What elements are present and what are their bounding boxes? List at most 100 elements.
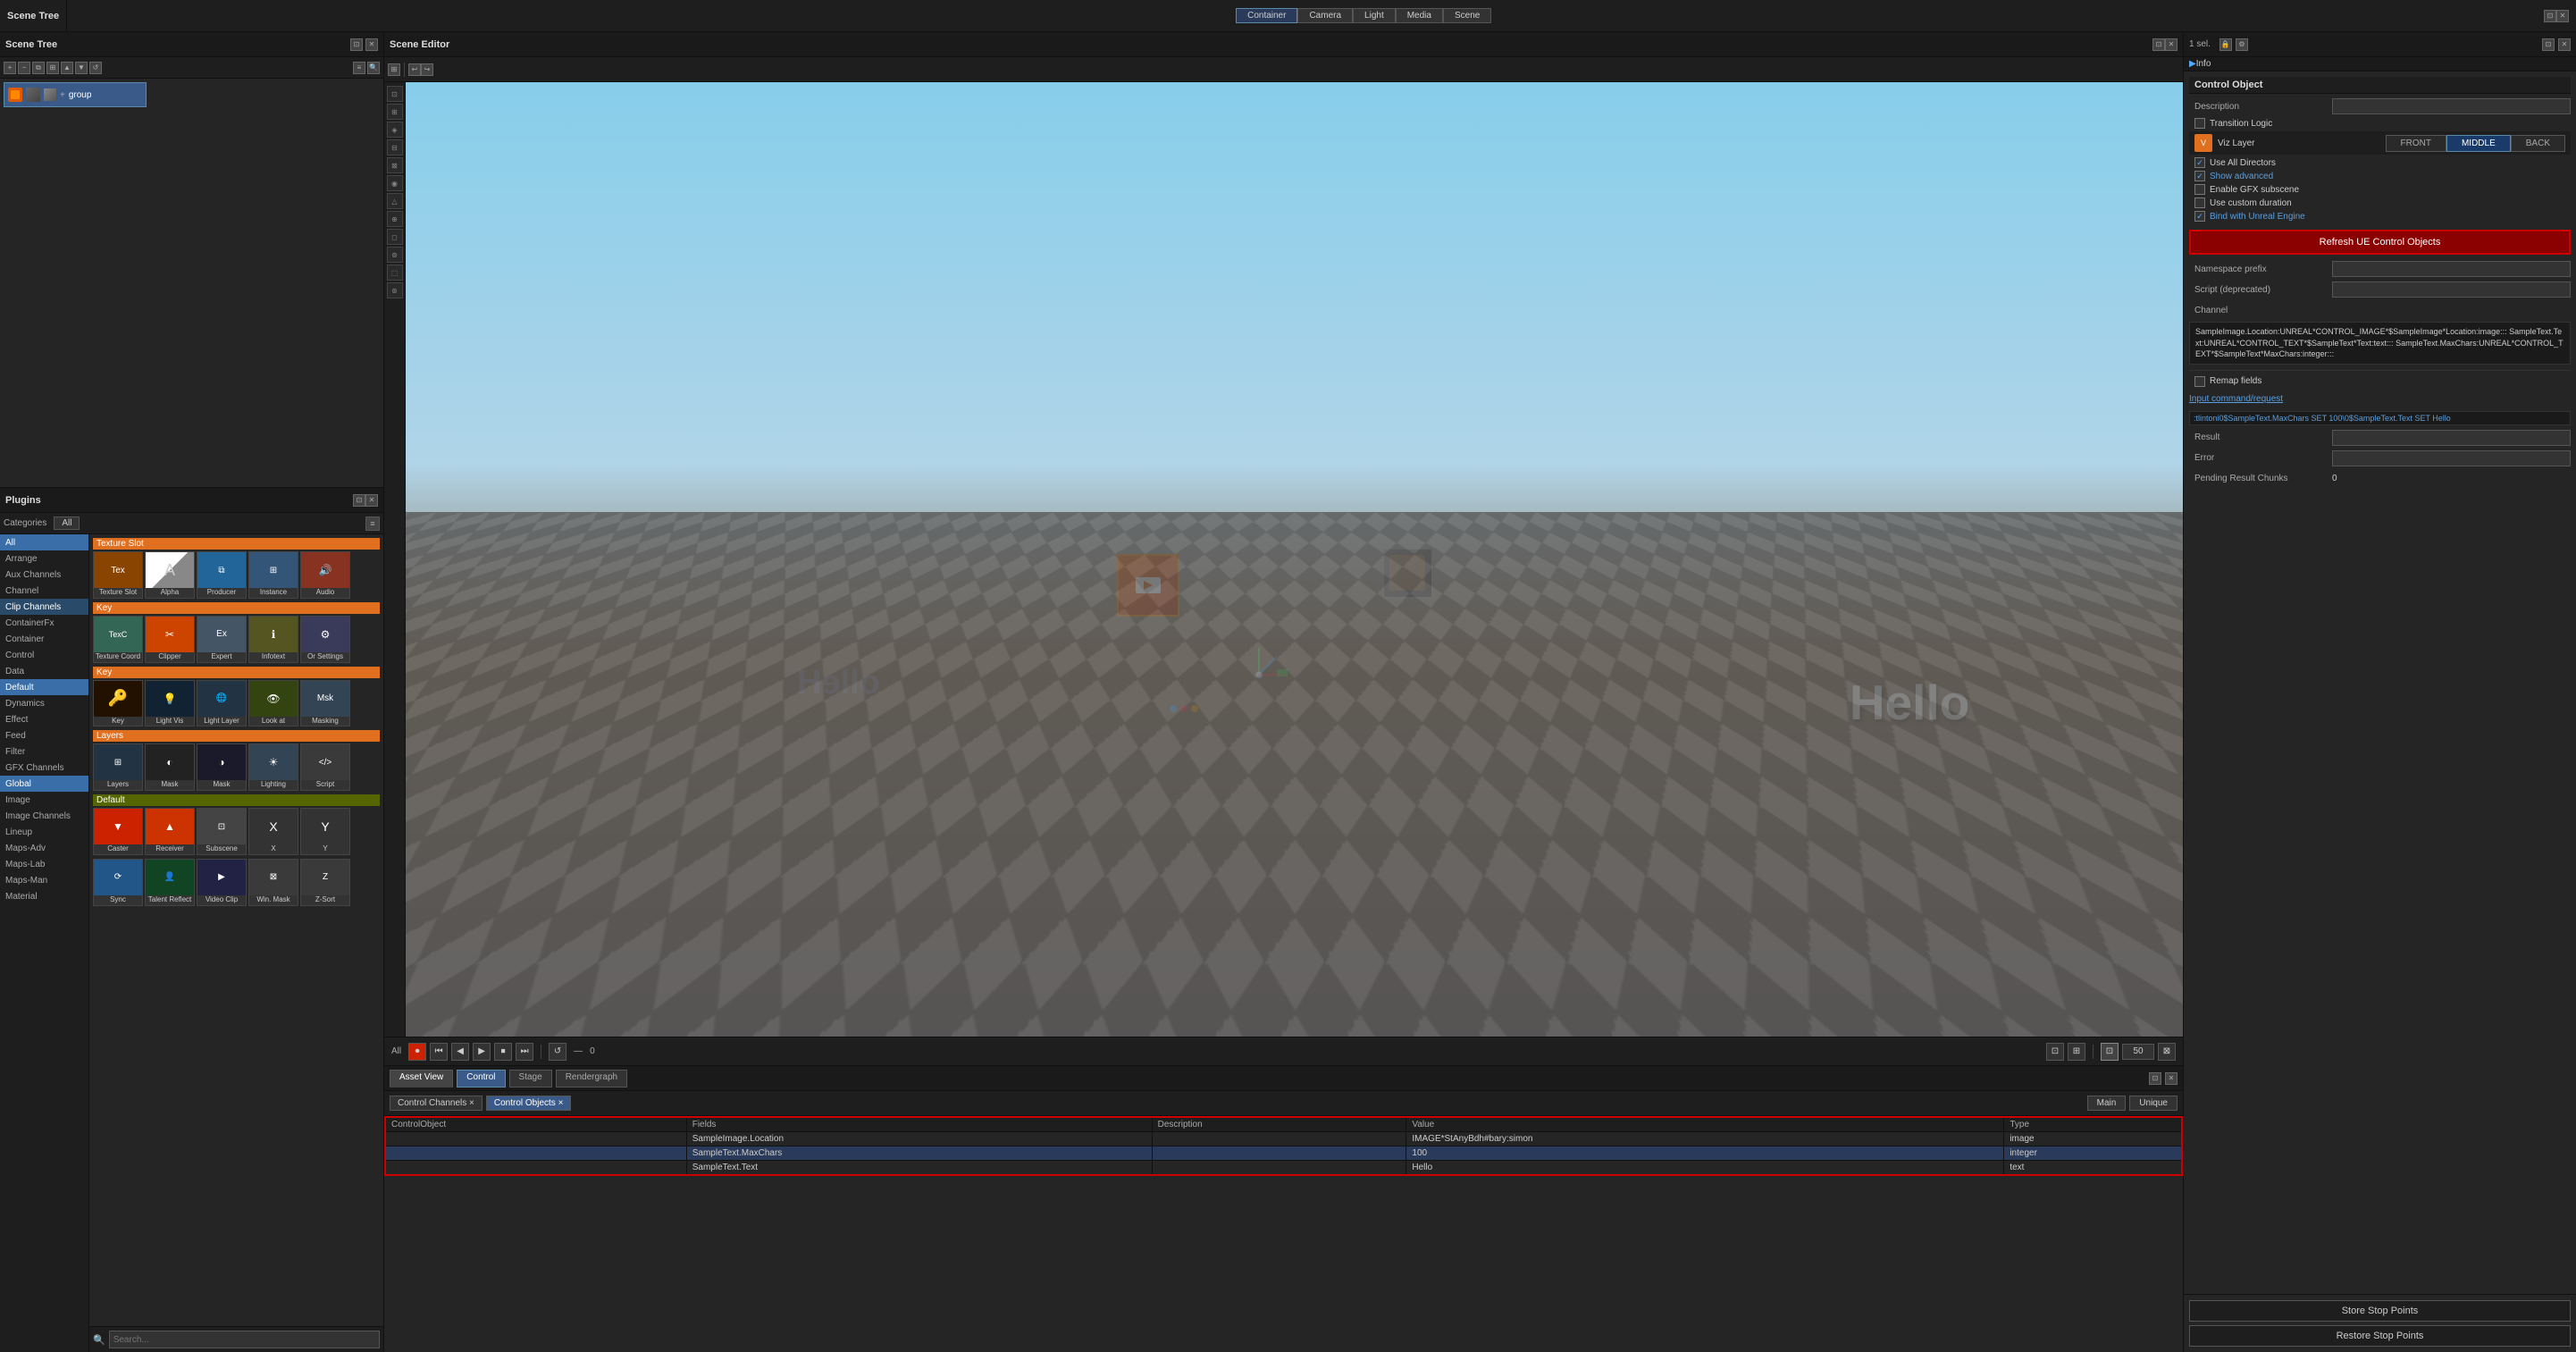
plugin-tile-layers[interactable]: ⊞ Layers: [93, 743, 143, 791]
plugin-tile-instance[interactable]: ⊞ Instance: [248, 551, 298, 599]
plugin-tile-producer[interactable]: ⧉ Producer: [197, 551, 247, 599]
store-stop-points-btn[interactable]: Store Stop Points: [2189, 1300, 2571, 1322]
scene-viewport[interactable]: Hello olleH: [406, 82, 2183, 1037]
plugin-tile-zsort[interactable]: Z Z-Sort: [300, 859, 350, 906]
cat-arrange[interactable]: Arrange: [0, 550, 88, 567]
cat-feed[interactable]: Feed: [0, 727, 88, 743]
cat-control[interactable]: Control: [0, 647, 88, 663]
cb-show-advanced[interactable]: [2194, 171, 2205, 181]
tab-stage[interactable]: Stage: [509, 1070, 552, 1087]
plugin-tile-light-layer[interactable]: 🌐 Light Layer: [197, 680, 247, 727]
cat-default[interactable]: Default: [0, 679, 88, 695]
cat-material[interactable]: Material: [0, 888, 88, 904]
tab-asset-view[interactable]: Asset View: [390, 1070, 453, 1087]
cat-maps-man[interactable]: Maps-Man: [0, 872, 88, 888]
tab-container[interactable]: Container: [1236, 8, 1297, 23]
scene-editor-close-icon[interactable]: ✕: [2165, 38, 2177, 51]
prop-input-result[interactable]: [2332, 430, 2571, 446]
table-row[interactable]: SampleImage.Location IMAGE*StAnyBdh#bary…: [385, 1132, 2182, 1146]
copy-icon[interactable]: ⧉: [32, 62, 45, 74]
tree-item-group[interactable]: + group: [4, 82, 147, 107]
vert-btn-7[interactable]: △: [387, 193, 403, 209]
cat-dynamics[interactable]: Dynamics: [0, 695, 88, 711]
tab-light[interactable]: Light: [1353, 8, 1396, 23]
tab-control[interactable]: Control: [457, 1070, 505, 1087]
cat-image-channels[interactable]: Image Channels: [0, 808, 88, 824]
cat-clip-channels[interactable]: Clip Channels: [0, 599, 88, 615]
scene-editor-expand-icon[interactable]: ⊡: [2152, 38, 2165, 51]
cat-maps-adv[interactable]: Maps-Adv: [0, 840, 88, 856]
plugin-tile-texture-coord[interactable]: TexC Texture Coord: [93, 616, 143, 663]
plugin-tile-audio[interactable]: 🔊 Audio: [300, 551, 350, 599]
expand-icon[interactable]: ⊡: [2544, 10, 2556, 22]
vert-btn-6[interactable]: ◉: [387, 175, 403, 191]
table-row[interactable]: SampleText.Text Hello text: [385, 1161, 2182, 1176]
plugin-tile-sync[interactable]: ⟳ Sync: [93, 859, 143, 906]
cb-remap[interactable]: [2194, 376, 2205, 387]
tab-camera[interactable]: Camera: [1297, 8, 1353, 23]
cat-channel[interactable]: Channel: [0, 583, 88, 599]
cat-container[interactable]: Container: [0, 631, 88, 647]
plugin-tile-subscene[interactable]: ⊡ Subscene: [197, 808, 247, 855]
scene-tree-close-icon[interactable]: ✕: [365, 38, 378, 51]
cb-enable-gfx[interactable]: [2194, 184, 2205, 195]
plugin-tile-clipper[interactable]: ✂ Clipper: [145, 616, 195, 663]
cc-tab-objects[interactable]: Control Objects ×: [486, 1096, 572, 1111]
all-btn[interactable]: All: [54, 516, 80, 530]
prop-link-input-command[interactable]: Input command/request: [2189, 394, 2283, 404]
cat-all[interactable]: All: [0, 534, 88, 550]
tab-media[interactable]: Media: [1396, 8, 1443, 23]
tab-rendergraph[interactable]: Rendergraph: [556, 1070, 627, 1087]
plugin-tile-look-at[interactable]: 👁 Look at: [248, 680, 298, 727]
toolbar-icon-3[interactable]: ↪: [421, 63, 433, 76]
vert-btn-8[interactable]: ⊕: [387, 211, 403, 227]
viz-btn-middle[interactable]: MIDDLE: [2446, 135, 2511, 152]
scene-tree-expand-icon[interactable]: ⊡: [350, 38, 363, 51]
plugin-tile-x[interactable]: X X: [248, 808, 298, 855]
plugin-tile-y[interactable]: Y Y: [300, 808, 350, 855]
refresh-ue-btn[interactable]: Refresh UE Control Objects: [2189, 230, 2571, 255]
vert-btn-9[interactable]: ◻: [387, 229, 403, 245]
cat-containerfx[interactable]: ContainerFx: [0, 615, 88, 631]
plugin-tile-settings[interactable]: ⚙ Or Settings: [300, 616, 350, 663]
play-stop-btn[interactable]: ⏹: [494, 1043, 512, 1061]
vert-btn-3[interactable]: ◈: [387, 122, 403, 138]
btn-unique[interactable]: Unique: [2129, 1096, 2177, 1111]
paste-icon[interactable]: ⊞: [46, 62, 59, 74]
plugin-tile-infotext[interactable]: ℹ Infotext: [248, 616, 298, 663]
vert-btn-1[interactable]: ⊡: [387, 86, 403, 102]
plugin-tile-mask2[interactable]: ◑ Mask: [197, 743, 247, 791]
prop-input-script[interactable]: [2332, 281, 2571, 298]
plugin-tile-expert[interactable]: Ex Expert: [197, 616, 247, 663]
vert-btn-4[interactable]: ⊟: [387, 139, 403, 155]
play-back-btn[interactable]: ◀: [451, 1043, 469, 1061]
remove-item-icon[interactable]: −: [18, 62, 30, 74]
right-expand-icon[interactable]: ⊡: [2542, 38, 2555, 51]
plugin-tile-key[interactable]: 🔑 Key: [93, 680, 143, 727]
vert-btn-2[interactable]: ⊞: [387, 104, 403, 120]
asset-expand-icon[interactable]: ⊡: [2149, 1072, 2161, 1085]
play-next-btn[interactable]: ⏭: [516, 1043, 533, 1061]
info-expand-icon[interactable]: ▶: [2189, 59, 2196, 69]
tree-settings-icon[interactable]: ≡: [353, 62, 365, 74]
cc-tab-channels[interactable]: Control Channels ×: [390, 1096, 482, 1111]
plugin-tile-masking[interactable]: Msk Masking: [300, 680, 350, 727]
vert-btn-12[interactable]: ⊛: [387, 282, 403, 298]
close-icon[interactable]: ✕: [2556, 10, 2569, 22]
vert-btn-5[interactable]: ⊠: [387, 157, 403, 173]
prop-input-description[interactable]: [2332, 98, 2571, 114]
asset-close-icon[interactable]: ✕: [2165, 1072, 2177, 1085]
play-record-btn[interactable]: ⏺: [408, 1043, 426, 1061]
table-row[interactable]: SampleText.MaxChars 100 integer: [385, 1146, 2182, 1161]
plugin-tile-script[interactable]: </> Script: [300, 743, 350, 791]
plugin-tile-alpha[interactable]: A Alpha: [145, 551, 195, 599]
cb-use-all-directors[interactable]: [2194, 157, 2205, 168]
add-item-icon[interactable]: +: [4, 62, 16, 74]
refresh-tree-icon[interactable]: ↺: [89, 62, 102, 74]
plugin-tile-talent[interactable]: 👤 Talent Reflect: [145, 859, 195, 906]
plugin-tile-light-vis[interactable]: 💡 Light Vis: [145, 680, 195, 727]
search-input[interactable]: [109, 1331, 380, 1348]
toolbar-icon-1[interactable]: ⊞: [388, 63, 400, 76]
vert-btn-11[interactable]: ⬚: [387, 265, 403, 281]
right-lock-icon[interactable]: 🔒: [2219, 38, 2232, 51]
